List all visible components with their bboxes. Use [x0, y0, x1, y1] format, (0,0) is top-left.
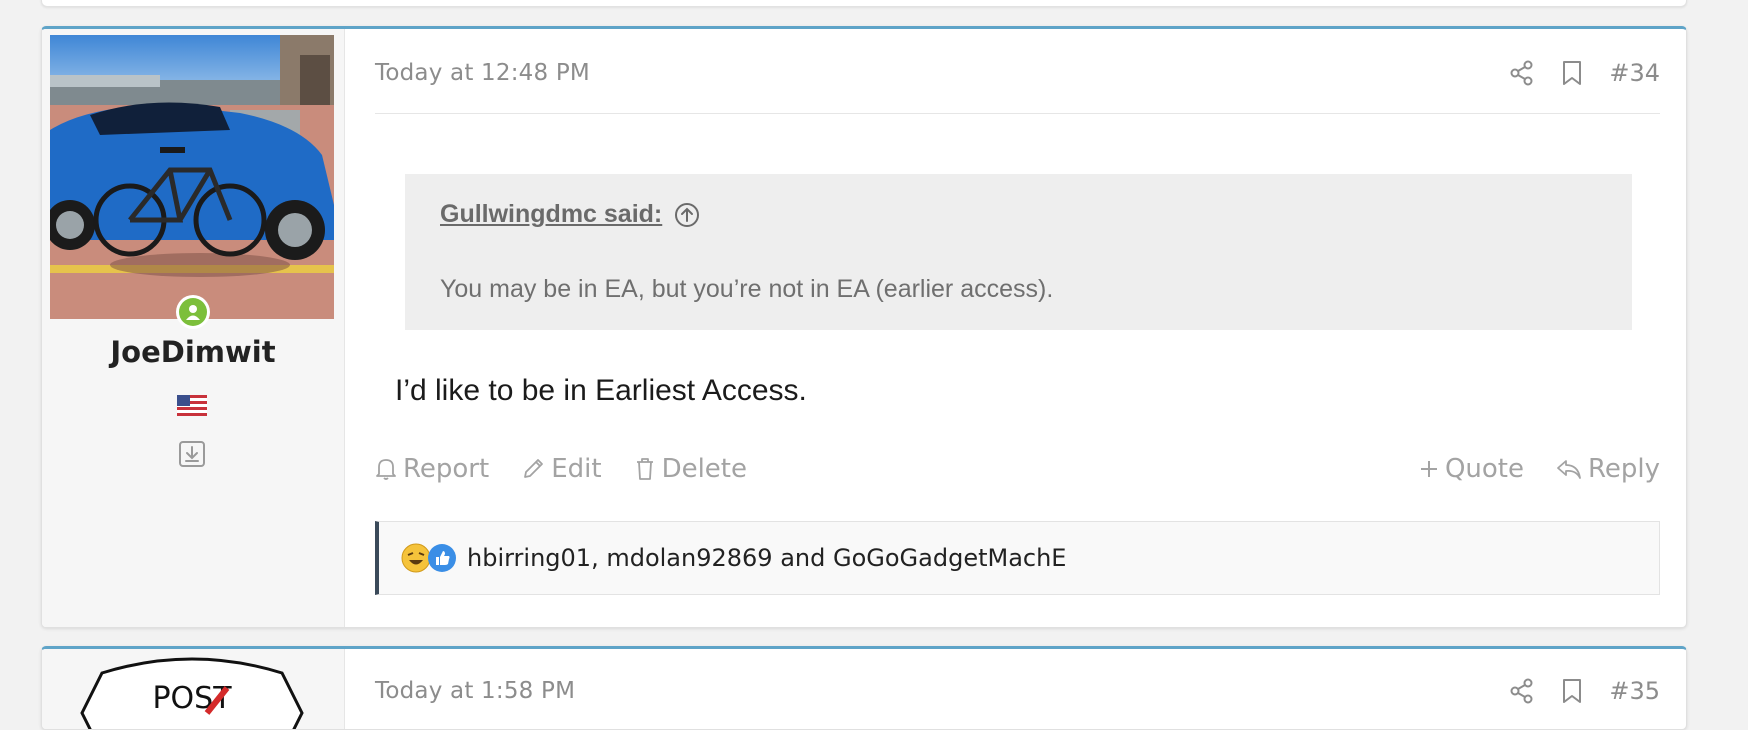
delete-label: Delete: [661, 454, 747, 484]
post-34: JoeDimwit Today at 12:48 PM #34 Gullwing…: [41, 26, 1687, 628]
reply-icon: [1557, 460, 1581, 479]
bell-icon: [376, 459, 396, 480]
edit-label: Edit: [551, 454, 602, 484]
quote-block: Gullwingdmc said: You may be in EA, but …: [405, 174, 1632, 330]
post-timestamp[interactable]: Today at 12:48 PM: [375, 60, 590, 86]
post-number-35[interactable]: #35: [1609, 677, 1660, 705]
trash-icon: [636, 458, 653, 480]
pencil-icon: [524, 459, 544, 478]
share-icon[interactable]: [1509, 60, 1535, 86]
download-icon[interactable]: [178, 440, 206, 468]
report-button[interactable]: Report: [375, 454, 489, 484]
user-column: JoeDimwit: [42, 29, 345, 627]
reactions-bar[interactable]: hbirring01, mdolan92869 and GoGoGadgetMa…: [375, 521, 1660, 595]
user-avatar[interactable]: [50, 35, 334, 319]
edit-button[interactable]: Edit: [521, 454, 602, 484]
delete-button[interactable]: Delete: [634, 454, 747, 484]
previous-post-card: [41, 0, 1687, 7]
us-flag-icon: [177, 395, 207, 416]
bookmark-icon[interactable]: [1561, 678, 1583, 704]
quote-label: Quote: [1444, 454, 1524, 484]
plus-icon: [1420, 461, 1437, 477]
post-meta-35: Today at 1:58 PM #35: [375, 671, 1660, 729]
user-avatar-35[interactable]: POST: [72, 653, 312, 730]
online-status-indicator: [176, 295, 210, 329]
quote-text: You may be in EA, but you’re not in EA (…: [440, 275, 1054, 303]
reply-button[interactable]: Reply: [1556, 454, 1660, 484]
user-column-35: POST: [42, 649, 345, 729]
report-label: Report: [403, 454, 490, 484]
username[interactable]: JoeDimwit: [42, 335, 344, 369]
post-actions: Report Edit Delete Quote Reply: [375, 451, 1660, 487]
like-reaction-icon: [428, 544, 456, 572]
post-meta: Today at 12:48 PM #34: [375, 53, 1660, 114]
post-timestamp-35[interactable]: Today at 1:58 PM: [375, 678, 575, 704]
reply-label: Reply: [1587, 454, 1660, 484]
post-number[interactable]: #34: [1609, 59, 1660, 87]
user-icon: [186, 305, 200, 320]
post-message: I’d like to be in Earliest Access.: [395, 374, 807, 407]
share-icon[interactable]: [1509, 678, 1535, 704]
reaction-users[interactable]: hbirring01, mdolan92869 and GoGoGadgetMa…: [467, 544, 1066, 572]
arrow-up-circle-icon[interactable]: [674, 202, 700, 228]
quote-button[interactable]: Quote: [1419, 454, 1524, 484]
bookmark-icon[interactable]: [1561, 60, 1583, 86]
quote-author-link[interactable]: Gullwingdmc said:: [440, 200, 662, 229]
post-35: POST Today at 1:58 PM #35: [41, 646, 1687, 730]
